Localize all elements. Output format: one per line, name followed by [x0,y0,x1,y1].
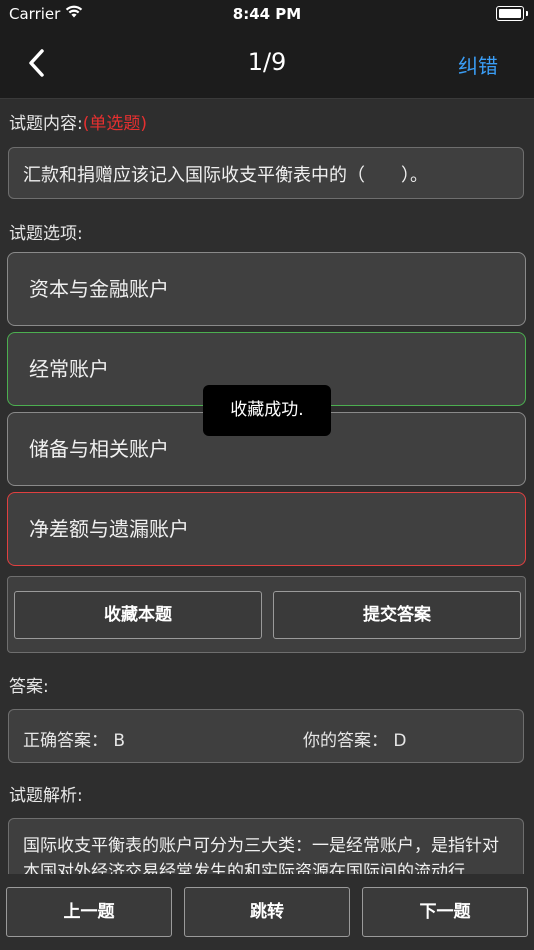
options-label: 试题选项: [9,224,83,244]
option-d[interactable]: 净差额与遗漏账户 [7,492,526,566]
question-text: 汇款和捐赠应该记入国际收支平衡表中的（ ）。 [8,147,524,199]
correct-answer: 正确答案： B [23,731,126,751]
toast-message: 收藏成功. [203,385,331,436]
analysis-label: 试题解析: [9,786,83,806]
question-label: 试题内容:(单选题) [9,114,147,134]
option-a[interactable]: 资本与金融账户 [7,252,526,326]
answer-label: 答案: [9,677,49,697]
clock: 8:44 PM [232,5,302,23]
action-panel: 收藏本题 提交答案 [7,576,526,653]
navigation-bar: 1/9 纠错 [0,28,534,99]
submit-answer-button[interactable]: 提交答案 [273,591,521,639]
report-error-button[interactable]: 纠错 [458,50,498,79]
previous-question-button[interactable]: 上一题 [6,887,172,937]
page-title: 1/9 [247,48,287,76]
jump-button[interactable]: 跳转 [184,887,350,937]
battery-icon [496,6,528,21]
bottom-toolbar: 上一题 跳转 下一题 [0,874,534,950]
your-answer: 你的答案： D [303,731,407,751]
question-type: (单选题) [82,114,147,134]
answer-box: 正确答案： B 你的答案： D [8,709,524,763]
status-bar: Carrier 8:44 PM [0,0,534,28]
collect-button[interactable]: 收藏本题 [14,591,262,639]
next-question-button[interactable]: 下一题 [362,887,528,937]
